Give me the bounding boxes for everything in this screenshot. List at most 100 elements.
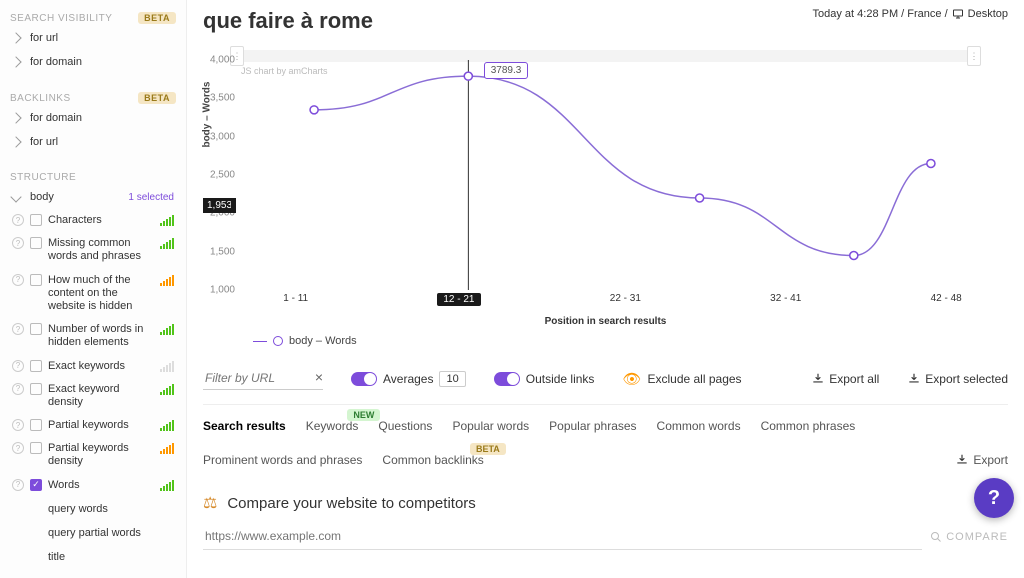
- tab-keywords[interactable]: KeywordsNEW: [306, 419, 359, 433]
- signal-bars-icon: [160, 274, 174, 286]
- sidebar-item-backlinks-domain[interactable]: for domain: [8, 106, 178, 130]
- chevron-right-icon: [10, 56, 21, 67]
- metric-characters[interactable]: ?Characters: [8, 209, 178, 232]
- compare-input[interactable]: [203, 523, 922, 550]
- averages-value[interactable]: 10: [439, 371, 465, 387]
- help-icon[interactable]: ?: [12, 214, 24, 226]
- export-all-button[interactable]: Export all: [811, 372, 879, 386]
- compare-button[interactable]: COMPARE: [930, 531, 1008, 543]
- sidebar-item-for-domain[interactable]: for domain: [8, 50, 178, 74]
- chevron-down-icon: [10, 191, 21, 202]
- metric-exact-keywords[interactable]: ?Exact keywords: [8, 355, 178, 378]
- signal-bars-icon: [160, 323, 174, 335]
- x-ticks: 1 - 1112 - 2122 - 3132 - 4142 - 48: [237, 293, 1008, 306]
- export-selected-button[interactable]: Export selected: [907, 372, 1008, 386]
- download-icon: [907, 372, 921, 386]
- filter-url[interactable]: ×: [203, 367, 323, 390]
- eye-icon: 👁: [622, 370, 641, 388]
- beta-badge: BETA: [138, 92, 176, 104]
- context-info: Today at 4:28 PM / France / Desktop: [813, 8, 1008, 20]
- signal-bars-icon: [160, 419, 174, 431]
- sidebar-item-for-url[interactable]: for url: [8, 26, 178, 50]
- section-title: BACKLINKS: [10, 93, 71, 104]
- tab-common-backlinks[interactable]: Common backlinksBETA: [382, 453, 483, 467]
- metric-missing-common-words-and-phrases[interactable]: ?Missing common words and phrases: [8, 232, 178, 268]
- exclude-pages[interactable]: 👁 Exclude all pages: [622, 370, 741, 388]
- help-icon[interactable]: ?: [12, 419, 24, 431]
- tab-common-words[interactable]: Common words: [657, 419, 741, 433]
- chart-tooltip: 3789.3: [484, 62, 529, 79]
- sidebar-item-query-partial-words[interactable]: query partial words: [8, 521, 178, 545]
- section-search-visibility: SEARCH VISIBILITY BETA: [8, 6, 178, 26]
- metric-exact-keyword-density[interactable]: ?Exact keyword density: [8, 378, 178, 414]
- tab-popular-words[interactable]: Popular words: [452, 419, 529, 433]
- selected-count: 1 selected: [128, 192, 174, 203]
- tab-questions[interactable]: Questions: [378, 419, 432, 433]
- checkbox[interactable]: [30, 323, 42, 335]
- help-icon[interactable]: ?: [12, 274, 24, 286]
- signal-bars-icon: [160, 237, 174, 249]
- metric-partial-keywords-density[interactable]: ?Partial keywords density: [8, 437, 178, 473]
- averages-toggle[interactable]: Averages 10: [351, 371, 466, 387]
- signal-bars-icon: [160, 360, 174, 372]
- checkbox[interactable]: [30, 479, 42, 491]
- checkbox[interactable]: [30, 214, 42, 226]
- metric-how-much-of-the-content-on-the-website-is-hidden[interactable]: ?How much of the content on the website …: [8, 269, 178, 319]
- line-chart: [237, 60, 1008, 290]
- page-title: que faire à rome: [203, 8, 373, 34]
- sidebar-item-title[interactable]: title: [8, 545, 178, 569]
- sidebar: SEARCH VISIBILITY BETA for url for domai…: [0, 0, 187, 578]
- help-icon[interactable]: ?: [12, 323, 24, 335]
- checkbox[interactable]: [30, 442, 42, 454]
- help-icon[interactable]: ?: [12, 237, 24, 249]
- chart-controls: × Averages 10 Outside links 👁 Exclude al…: [203, 357, 1008, 405]
- checkbox[interactable]: [30, 360, 42, 372]
- signal-bars-icon: [160, 479, 174, 491]
- tab-search-results[interactable]: Search results: [203, 419, 286, 433]
- sidebar-item-backlinks-url[interactable]: for url: [8, 130, 178, 154]
- toggle-icon[interactable]: [494, 372, 520, 386]
- chevron-right-icon: [10, 112, 21, 123]
- scales-icon: ⚖: [203, 493, 217, 513]
- toggle-icon[interactable]: [351, 372, 377, 386]
- chart-legend: body – Words: [253, 335, 1008, 347]
- y-callout: 1,953: [203, 198, 236, 213]
- beta-badge: BETA: [138, 12, 176, 24]
- compare-section: ⚖ Compare your website to competitors CO…: [203, 475, 1008, 558]
- download-icon: [811, 372, 825, 386]
- help-icon[interactable]: ?: [12, 383, 24, 395]
- tab-prominent-words-and-phrases[interactable]: Prominent words and phrases: [203, 453, 362, 467]
- main: que faire à rome Today at 4:28 PM / Fran…: [187, 0, 1024, 578]
- outside-links-toggle[interactable]: Outside links: [494, 372, 595, 386]
- compare-heading: Compare your website to competitors: [227, 495, 475, 512]
- tabs: Search results KeywordsNEW Questions Popula…: [203, 405, 1008, 475]
- tab-popular-phrases[interactable]: Popular phrases: [549, 419, 636, 433]
- checkbox[interactable]: [30, 274, 42, 286]
- help-icon[interactable]: ?: [12, 442, 24, 454]
- help-icon[interactable]: ?: [12, 479, 24, 491]
- signal-bars-icon: [160, 383, 174, 395]
- search-icon: [930, 531, 942, 543]
- tab-common-phrases[interactable]: Common phrases: [761, 419, 856, 433]
- section-structure: STRUCTURE: [8, 166, 178, 185]
- section-title: STRUCTURE: [10, 172, 76, 183]
- help-icon[interactable]: ?: [12, 360, 24, 372]
- filter-input[interactable]: [203, 367, 323, 390]
- signal-bars-icon: [160, 442, 174, 454]
- checkbox[interactable]: [30, 383, 42, 395]
- section-backlinks: BACKLINKS BETA: [8, 86, 178, 106]
- chevron-right-icon: [10, 32, 21, 43]
- metric-partial-keywords[interactable]: ?Partial keywords: [8, 414, 178, 437]
- checkbox[interactable]: [30, 237, 42, 249]
- chart-area: ⋮ ⋮ body – Words JS chart by amCharts 1,…: [203, 50, 1008, 347]
- checkbox[interactable]: [30, 419, 42, 431]
- clear-icon[interactable]: ×: [315, 369, 323, 385]
- sidebar-item-body[interactable]: body 1 selected: [8, 185, 178, 209]
- signal-bars-icon: [160, 214, 174, 226]
- export-button[interactable]: Export: [955, 453, 1008, 467]
- metric-number-of-words-in-hidden-elements[interactable]: ?Number of words in hidden elements: [8, 318, 178, 354]
- help-button[interactable]: ?: [974, 478, 1014, 518]
- download-icon: [955, 453, 969, 467]
- metric-words[interactable]: ?Words: [8, 474, 178, 497]
- sidebar-item-query-words[interactable]: query words: [8, 497, 178, 521]
